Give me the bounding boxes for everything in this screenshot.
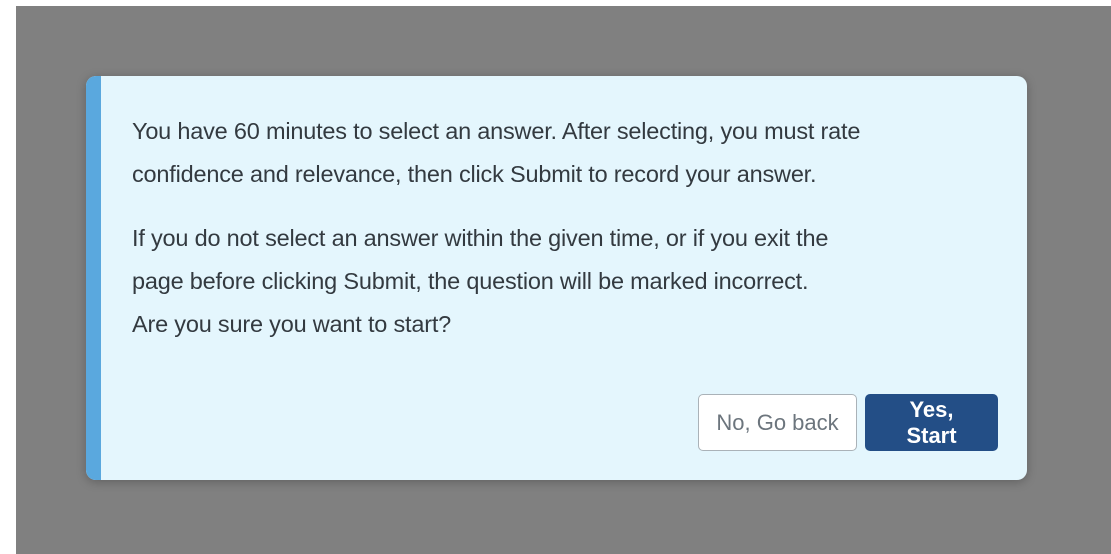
dialog-accent-bar — [86, 76, 101, 480]
start-button[interactable]: Yes, Start — [865, 394, 998, 451]
time-limit-paragraph: You have 60 minutes to select an answer.… — [132, 110, 992, 196]
start-confirmation-dialog: You have 60 minutes to select an answer.… — [86, 76, 1027, 480]
warning-paragraph: If you do not select an answer within th… — [132, 217, 992, 346]
dialog-message: You have 60 minutes to select an answer.… — [132, 110, 992, 346]
confirmation-question: Are you sure you want to start? — [132, 311, 452, 337]
message-line: page before clicking Submit, the questio… — [132, 268, 809, 294]
message-line: You have 60 minutes to select an answer.… — [132, 118, 861, 144]
message-line: confidence and relevance, then click Sub… — [132, 161, 817, 187]
go-back-button[interactable]: No, Go back — [698, 394, 857, 451]
dialog-actions: No, Go back Yes, Start — [698, 394, 998, 451]
message-line: If you do not select an answer within th… — [132, 225, 829, 251]
